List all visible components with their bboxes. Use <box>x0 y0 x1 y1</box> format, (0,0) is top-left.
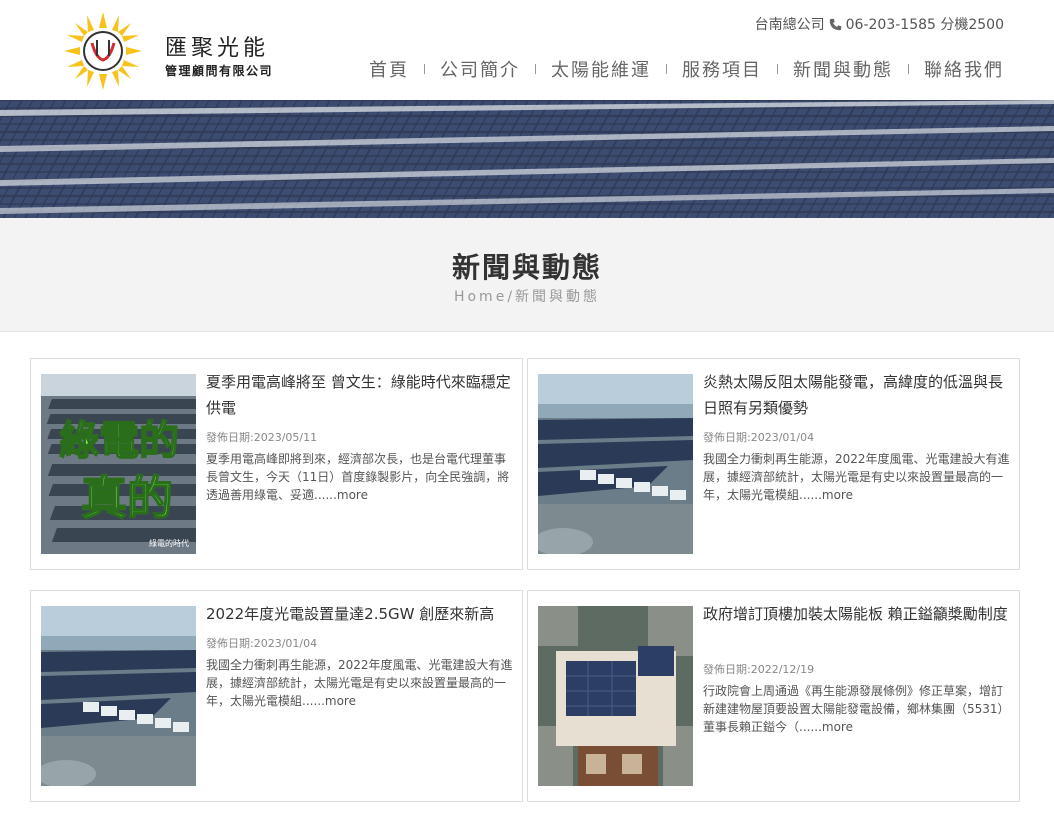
nav-services[interactable]: 服務項目 <box>682 56 762 82</box>
nav-divider <box>777 64 778 74</box>
thumb-caption: 綠電的時代 <box>149 538 189 548</box>
site-logo[interactable]: 匯聚光能 管理顧問有限公司 <box>62 10 302 90</box>
news-thumbnail[interactable] <box>538 374 693 554</box>
page-title-section: 新聞與動態 Home/新聞與動態 <box>0 218 1054 332</box>
news-more-link[interactable]: more <box>822 720 853 734</box>
sun-logo-icon <box>64 12 142 90</box>
news-excerpt: 夏季用電高峰即將到來，經濟部次長，也是台電代理董事長曾文生，今天（11日）首度錄… <box>206 450 516 504</box>
thumb-text-2: 真的 <box>81 471 173 525</box>
nav-divider <box>535 64 536 74</box>
brand-name: 匯聚光能 <box>165 36 270 61</box>
news-excerpt: 我國全力衝刺再生能源，2022年度風電、光電建設大有進展，據經濟部統計，太陽光電… <box>703 450 1013 504</box>
news-thumbnail[interactable] <box>41 606 196 786</box>
brand-subname: 管理顧問有限公司 <box>165 64 274 78</box>
news-more-link[interactable]: more <box>822 488 853 502</box>
news-card[interactable]: 炎熱太陽反阻太陽能發電，高緯度的低溫與長日照有另類優勢 發佈日期:2023/01… <box>527 358 1020 570</box>
nav-about[interactable]: 公司簡介 <box>440 56 520 82</box>
nav-divider <box>666 64 667 74</box>
nav-solar-maintenance[interactable]: 太陽能維運 <box>551 56 651 82</box>
news-more-link[interactable]: more <box>325 694 356 708</box>
news-thumbnail[interactable]: 綠電的 真的 綠電的時代 <box>41 374 196 554</box>
breadcrumb-home[interactable]: Home <box>454 289 507 305</box>
phone-icon <box>829 18 841 30</box>
news-title[interactable]: 政府增訂頂樓加裝太陽能板 賴正鎰籲槳勵制度 <box>703 601 1008 627</box>
news-date: 發佈日期:2023/01/04 <box>206 637 318 650</box>
news-card[interactable]: 政府增訂頂樓加裝太陽能板 賴正鎰籲槳勵制度 發佈日期:2022/12/19 行政… <box>527 590 1020 802</box>
nav-news[interactable]: 新聞與動態 <box>793 56 893 82</box>
news-title[interactable]: 2022年度光電設置量達2.5GW 創歷來新高 <box>206 601 511 627</box>
page-title: 新聞與動態 <box>451 251 602 284</box>
breadcrumb-separator: / <box>507 289 516 305</box>
nav-contact[interactable]: 聯絡我們 <box>924 56 1004 82</box>
solar-panel-banner <box>0 100 1054 218</box>
nav-divider <box>424 64 425 74</box>
news-title[interactable]: 夏季用電高峰將至 曾文生：綠能時代來臨穩定供電 <box>206 369 511 421</box>
news-excerpt-text: 我國全力衝刺再生能源，2022年度風電、光電建設大有進展，據經濟部統計，太陽光電… <box>206 658 513 708</box>
breadcrumb-current: 新聞與動態 <box>515 289 601 305</box>
banner-solar-image <box>0 100 1054 218</box>
news-more-link[interactable]: more <box>337 488 368 502</box>
thumb-text-1: 綠電的 <box>59 418 179 464</box>
breadcrumb: Home/新聞與動態 <box>0 286 1054 306</box>
main-nav: 首頁 公司簡介 太陽能維運 服務項目 新聞與動態 聯絡我們 <box>369 56 1004 82</box>
news-date: 發佈日期:2022/12/19 <box>703 663 815 676</box>
news-date: 發佈日期:2023/05/11 <box>206 431 318 444</box>
news-thumbnail[interactable] <box>538 606 693 786</box>
contact-info: 台南總公司 06-203-1585 分機2500 <box>755 14 1004 34</box>
news-card[interactable]: 綠電的 真的 綠電的時代 夏季用電高峰將至 曾文生：綠能時代來臨穩定供電 發佈日… <box>30 358 523 570</box>
office-label: 台南總公司 <box>754 17 825 33</box>
news-title[interactable]: 炎熱太陽反阻太陽能發電，高緯度的低溫與長日照有另類優勢 <box>703 369 1008 421</box>
nav-home[interactable]: 首頁 <box>369 56 409 82</box>
news-excerpt-text: 我國全力衝刺再生能源，2022年度風電、光電建設大有進展，據經濟部統計，太陽光電… <box>703 452 1010 502</box>
news-excerpt: 行政院會上周通過《再生能源發展條例》修正草案，增訂新建建物屋頂要設置太陽能發電設… <box>703 682 1013 736</box>
nav-divider <box>908 64 909 74</box>
news-card[interactable]: 2022年度光電設置量達2.5GW 創歷來新高 發佈日期:2023/01/04 … <box>30 590 523 802</box>
phone-number[interactable]: 06-203-1585 分機2500 <box>846 14 1004 34</box>
news-excerpt: 我國全力衝刺再生能源，2022年度風電、光電建設大有進展，據經濟部統計，太陽光電… <box>206 656 516 710</box>
news-excerpt-text: 行政院會上周通過《再生能源發展條例》修正草案，增訂新建建物屋頂要設置太陽能發電設… <box>703 684 1010 734</box>
site-header: 匯聚光能 管理顧問有限公司 台南總公司 06-203-1585 分機2500 首… <box>0 0 1054 100</box>
news-date: 發佈日期:2023/01/04 <box>703 431 815 444</box>
